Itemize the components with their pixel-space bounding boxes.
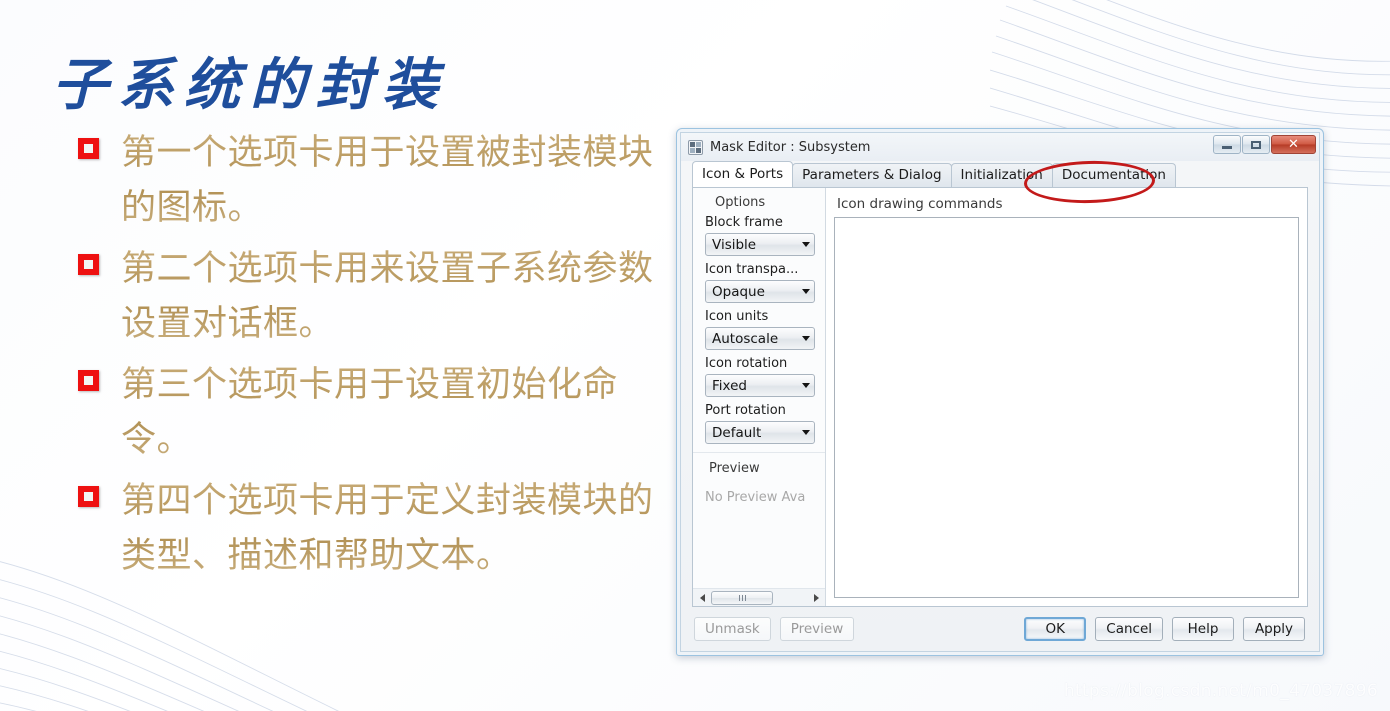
bullet-list: 第一个选项卡用于设置被封装模块的图标。 第二个选项卡用来设置子系统参数设置对话框…	[78, 126, 658, 590]
preview-heading: Preview	[693, 452, 825, 480]
icon-transparency-dropdown[interactable]: Opaque	[705, 280, 815, 303]
tab-initialization[interactable]: Initialization	[950, 163, 1053, 187]
chevron-down-icon	[802, 383, 810, 388]
preview-button-label: Preview	[790, 621, 844, 637]
ok-button-label: OK	[1045, 621, 1065, 637]
ok-button[interactable]: OK	[1024, 617, 1087, 641]
tab-parameters-and-dialog[interactable]: Parameters & Dialog	[792, 163, 952, 187]
list-item: 第四个选项卡用于定义封装模块的类型、描述和帮助文本。	[78, 474, 658, 584]
icon-transparency-value: Opaque	[712, 283, 765, 300]
icon-rotation-value: Fixed	[712, 377, 747, 394]
maximize-icon	[1251, 140, 1261, 149]
chevron-down-icon	[802, 242, 810, 247]
window-controls: ✕	[1213, 135, 1316, 154]
options-panel: Options Block frame Visible Icon transpa…	[693, 188, 826, 606]
help-button-label: Help	[1187, 621, 1219, 637]
cancel-button[interactable]: Cancel	[1095, 617, 1163, 641]
minimize-button[interactable]	[1213, 135, 1241, 154]
window-title: Mask Editor : Subsystem	[710, 139, 871, 155]
window-title-bar[interactable]: Mask Editor : Subsystem ✕	[681, 133, 1319, 161]
icon-drawing-commands-label: Icon drawing commands	[837, 196, 1003, 212]
icon-units-value: Autoscale	[712, 330, 779, 347]
red-square-bullet-icon	[78, 138, 99, 159]
icon-rotation-label: Icon rotation	[705, 356, 788, 371]
icon-units-label: Icon units	[705, 309, 769, 324]
preview-placeholder: No Preview Ava	[705, 490, 806, 505]
chevron-down-icon	[802, 336, 810, 341]
tab-label: Documentation	[1061, 167, 1166, 183]
icon-transparency-label: Icon transpa...	[705, 262, 799, 277]
scrollbar-thumb[interactable]	[711, 590, 773, 605]
icon-drawing-commands-pane: Icon drawing commands	[826, 188, 1307, 606]
list-item: 第一个选项卡用于设置被封装模块的图标。	[78, 126, 658, 236]
close-icon: ✕	[1288, 137, 1299, 152]
port-rotation-value: Default	[712, 424, 762, 441]
cancel-button-label: Cancel	[1106, 621, 1152, 637]
unmask-button[interactable]: Unmask	[694, 617, 771, 641]
help-button[interactable]: Help	[1172, 617, 1234, 641]
preview-button[interactable]: Preview	[779, 617, 855, 641]
red-square-bullet-icon	[78, 254, 99, 275]
list-item-label: 第四个选项卡用于定义封装模块的类型、描述和帮助文本。	[121, 474, 658, 584]
tab-documentation[interactable]: Documentation	[1051, 163, 1176, 187]
chevron-down-icon	[802, 289, 810, 294]
options-horizontal-scrollbar[interactable]	[693, 588, 825, 606]
port-rotation-dropdown[interactable]: Default	[705, 421, 815, 444]
list-item: 第二个选项卡用来设置子系统参数设置对话框。	[78, 242, 658, 352]
apply-button-label: Apply	[1254, 621, 1294, 637]
page-title: 子系统的封装	[52, 52, 448, 118]
mask-editor-icon	[688, 139, 703, 155]
block-frame-label: Block frame	[705, 215, 783, 230]
scroll-left-arrow-icon[interactable]	[695, 591, 709, 605]
tab-label: Initialization	[960, 167, 1043, 183]
mask-editor-window: Mask Editor : Subsystem ✕ Icon & Ports P…	[676, 128, 1324, 656]
unmask-button-label: Unmask	[705, 621, 760, 637]
red-square-bullet-icon	[78, 370, 99, 391]
tab-label: Icon & Ports	[702, 166, 784, 182]
close-button[interactable]: ✕	[1271, 135, 1316, 154]
icon-drawing-commands-input[interactable]	[834, 217, 1299, 598]
chevron-down-icon	[802, 430, 810, 435]
scroll-right-arrow-icon[interactable]	[809, 591, 823, 605]
footer-right-buttons: OK Cancel Help Apply	[1024, 617, 1305, 641]
tab-strip: Icon & Ports Parameters & Dialog Initial…	[681, 161, 1319, 187]
list-item-label: 第一个选项卡用于设置被封装模块的图标。	[121, 126, 658, 236]
apply-button[interactable]: Apply	[1243, 617, 1305, 641]
tab-panel-icon-and-ports: Options Block frame Visible Icon transpa…	[692, 187, 1308, 607]
red-square-bullet-icon	[78, 486, 99, 507]
list-item: 第三个选项卡用于设置初始化命令。	[78, 358, 658, 468]
icon-units-dropdown[interactable]: Autoscale	[705, 327, 815, 350]
presentation-slide: 子系统的封装 第一个选项卡用于设置被封装模块的图标。 第二个选项卡用来设置子系统…	[0, 0, 1390, 711]
options-heading: Options	[715, 195, 766, 210]
list-item-label: 第三个选项卡用于设置初始化命令。	[121, 358, 658, 468]
maximize-button[interactable]	[1242, 135, 1270, 154]
tab-icon-and-ports[interactable]: Icon & Ports	[692, 161, 794, 187]
minimize-icon	[1222, 146, 1232, 149]
list-item-label: 第二个选项卡用来设置子系统参数设置对话框。	[121, 242, 658, 352]
tab-label: Parameters & Dialog	[802, 167, 942, 183]
port-rotation-label: Port rotation	[705, 403, 786, 418]
window-inner: Mask Editor : Subsystem ✕ Icon & Ports P…	[680, 132, 1320, 652]
dialog-footer: Unmask Preview OK Cancel Help Apply	[681, 607, 1319, 651]
block-frame-dropdown[interactable]: Visible	[705, 233, 815, 256]
watermark: https://blog.csdn.net/m0_47037896	[1063, 681, 1378, 701]
block-frame-value: Visible	[712, 236, 757, 253]
icon-rotation-dropdown[interactable]: Fixed	[705, 374, 815, 397]
